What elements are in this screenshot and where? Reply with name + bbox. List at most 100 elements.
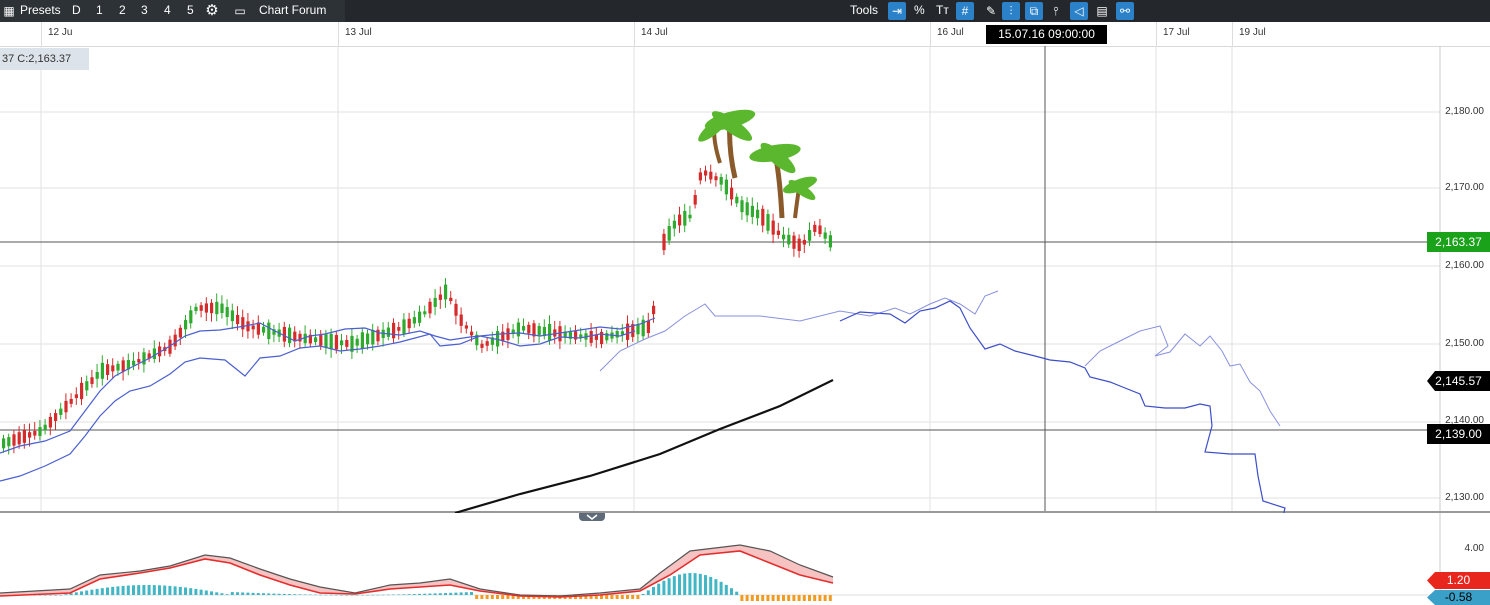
tools-label: Tools	[850, 3, 879, 17]
palm-tree-icon	[698, 109, 818, 219]
histogram-bar	[90, 589, 94, 595]
candle-body	[719, 177, 723, 185]
candle-body	[314, 337, 318, 343]
histogram-bar	[823, 595, 827, 601]
calendar-icon[interactable]: ▦	[0, 2, 18, 20]
percent-button[interactable]: %	[914, 0, 925, 22]
candle-body	[184, 320, 188, 330]
histogram-bar	[704, 575, 707, 595]
histogram-bar	[314, 594, 317, 596]
candle-body	[626, 323, 630, 340]
histogram-bar	[137, 585, 141, 595]
candle-body	[106, 364, 110, 375]
price-axis-label: 2,150.00	[1445, 338, 1484, 349]
histogram-bar	[132, 585, 135, 595]
chart-forum-link[interactable]: Chart Forum	[259, 0, 326, 22]
candle-body	[813, 224, 817, 232]
draw-tool-icon[interactable]: ✎	[982, 2, 1000, 20]
presets-button[interactable]: Presets	[20, 0, 61, 22]
histogram-bar	[693, 573, 697, 595]
ohlc-readout: 37 C:2,163.37	[0, 48, 89, 70]
candle-body	[17, 432, 21, 445]
histogram-bar	[121, 585, 125, 595]
text-tool-button[interactable]: Tт	[936, 0, 949, 22]
candle-body	[527, 324, 531, 334]
histogram-bar	[667, 578, 671, 595]
candle-body	[594, 335, 598, 340]
candle-body	[142, 352, 146, 365]
print-icon[interactable]: ▤	[1093, 2, 1111, 20]
histogram-bar	[750, 595, 754, 601]
candle-body	[428, 301, 432, 314]
candle-body	[537, 326, 541, 336]
candle-body	[802, 239, 806, 245]
histogram-bar	[428, 593, 432, 595]
gear-icon[interactable]: ⚙	[203, 2, 221, 20]
histogram-bar	[449, 592, 453, 595]
histogram-bar	[418, 593, 421, 595]
histogram-bar	[501, 595, 505, 599]
candle-body	[792, 235, 796, 249]
date-tick	[338, 22, 339, 46]
preset-d[interactable]: D	[72, 0, 81, 22]
price-chart[interactable]	[0, 46, 1490, 513]
histogram-bar	[657, 583, 661, 595]
candle-body	[355, 338, 359, 346]
histogram-bar	[147, 585, 151, 595]
preset-5[interactable]: 5	[187, 0, 194, 22]
price-axis-label: 2,170.00	[1445, 182, 1484, 193]
macd-value-tag: 1.20	[1427, 572, 1490, 589]
histogram-bar	[80, 591, 83, 595]
histogram-bar	[168, 585, 172, 595]
macd-pane[interactable]	[0, 513, 1490, 605]
candle-body	[80, 382, 84, 400]
histogram-bar	[745, 595, 749, 601]
trend-line	[454, 379, 834, 513]
histogram-bar	[475, 595, 479, 599]
histogram-bar	[423, 593, 427, 595]
candle-body	[2, 438, 6, 449]
candle-body	[90, 377, 94, 384]
date-tick	[1156, 22, 1157, 46]
histogram-bar	[496, 595, 499, 599]
price-axis-label: 2,160.00	[1445, 260, 1484, 271]
histogram-bar	[766, 595, 770, 601]
preset-2[interactable]: 2	[119, 0, 126, 22]
candle-body	[735, 196, 739, 204]
histogram-bar	[319, 594, 323, 596]
candle-body	[340, 340, 344, 346]
candle-body	[69, 398, 73, 404]
preset-4[interactable]: 4	[164, 0, 171, 22]
histogram-bar	[48, 595, 52, 596]
histogram-bar	[173, 586, 177, 595]
histogram-bar	[636, 595, 640, 599]
histogram-bar	[459, 592, 463, 595]
candle-body	[7, 437, 11, 447]
candle-body	[386, 327, 390, 337]
candle-body	[28, 432, 32, 438]
candle-body	[418, 311, 422, 323]
candle-body	[797, 238, 801, 251]
histogram-bar	[444, 593, 447, 595]
histogram-bar	[433, 593, 437, 595]
indicator-icon[interactable]: ⫯	[1047, 2, 1065, 20]
date-tick	[41, 22, 42, 46]
histogram-bar	[194, 588, 198, 595]
chat-icon[interactable]: ▭	[231, 2, 249, 20]
candle-body	[152, 348, 156, 359]
histogram-bar	[605, 595, 609, 599]
candle-body	[43, 424, 47, 431]
candle-body	[54, 413, 58, 421]
candle-body	[579, 334, 583, 338]
envelope-band-lower	[0, 330, 636, 482]
forecast-path-light	[599, 290, 999, 372]
histogram-bar	[225, 594, 229, 595]
share-icon: ⚯	[1119, 4, 1131, 18]
histogram-bar	[199, 589, 203, 595]
histogram-bar	[241, 592, 245, 595]
candle-body	[392, 322, 396, 339]
histogram-bar	[106, 587, 109, 595]
preset-1[interactable]: 1	[96, 0, 103, 22]
preset-3[interactable]: 3	[141, 0, 148, 22]
histogram-bar	[615, 595, 619, 599]
